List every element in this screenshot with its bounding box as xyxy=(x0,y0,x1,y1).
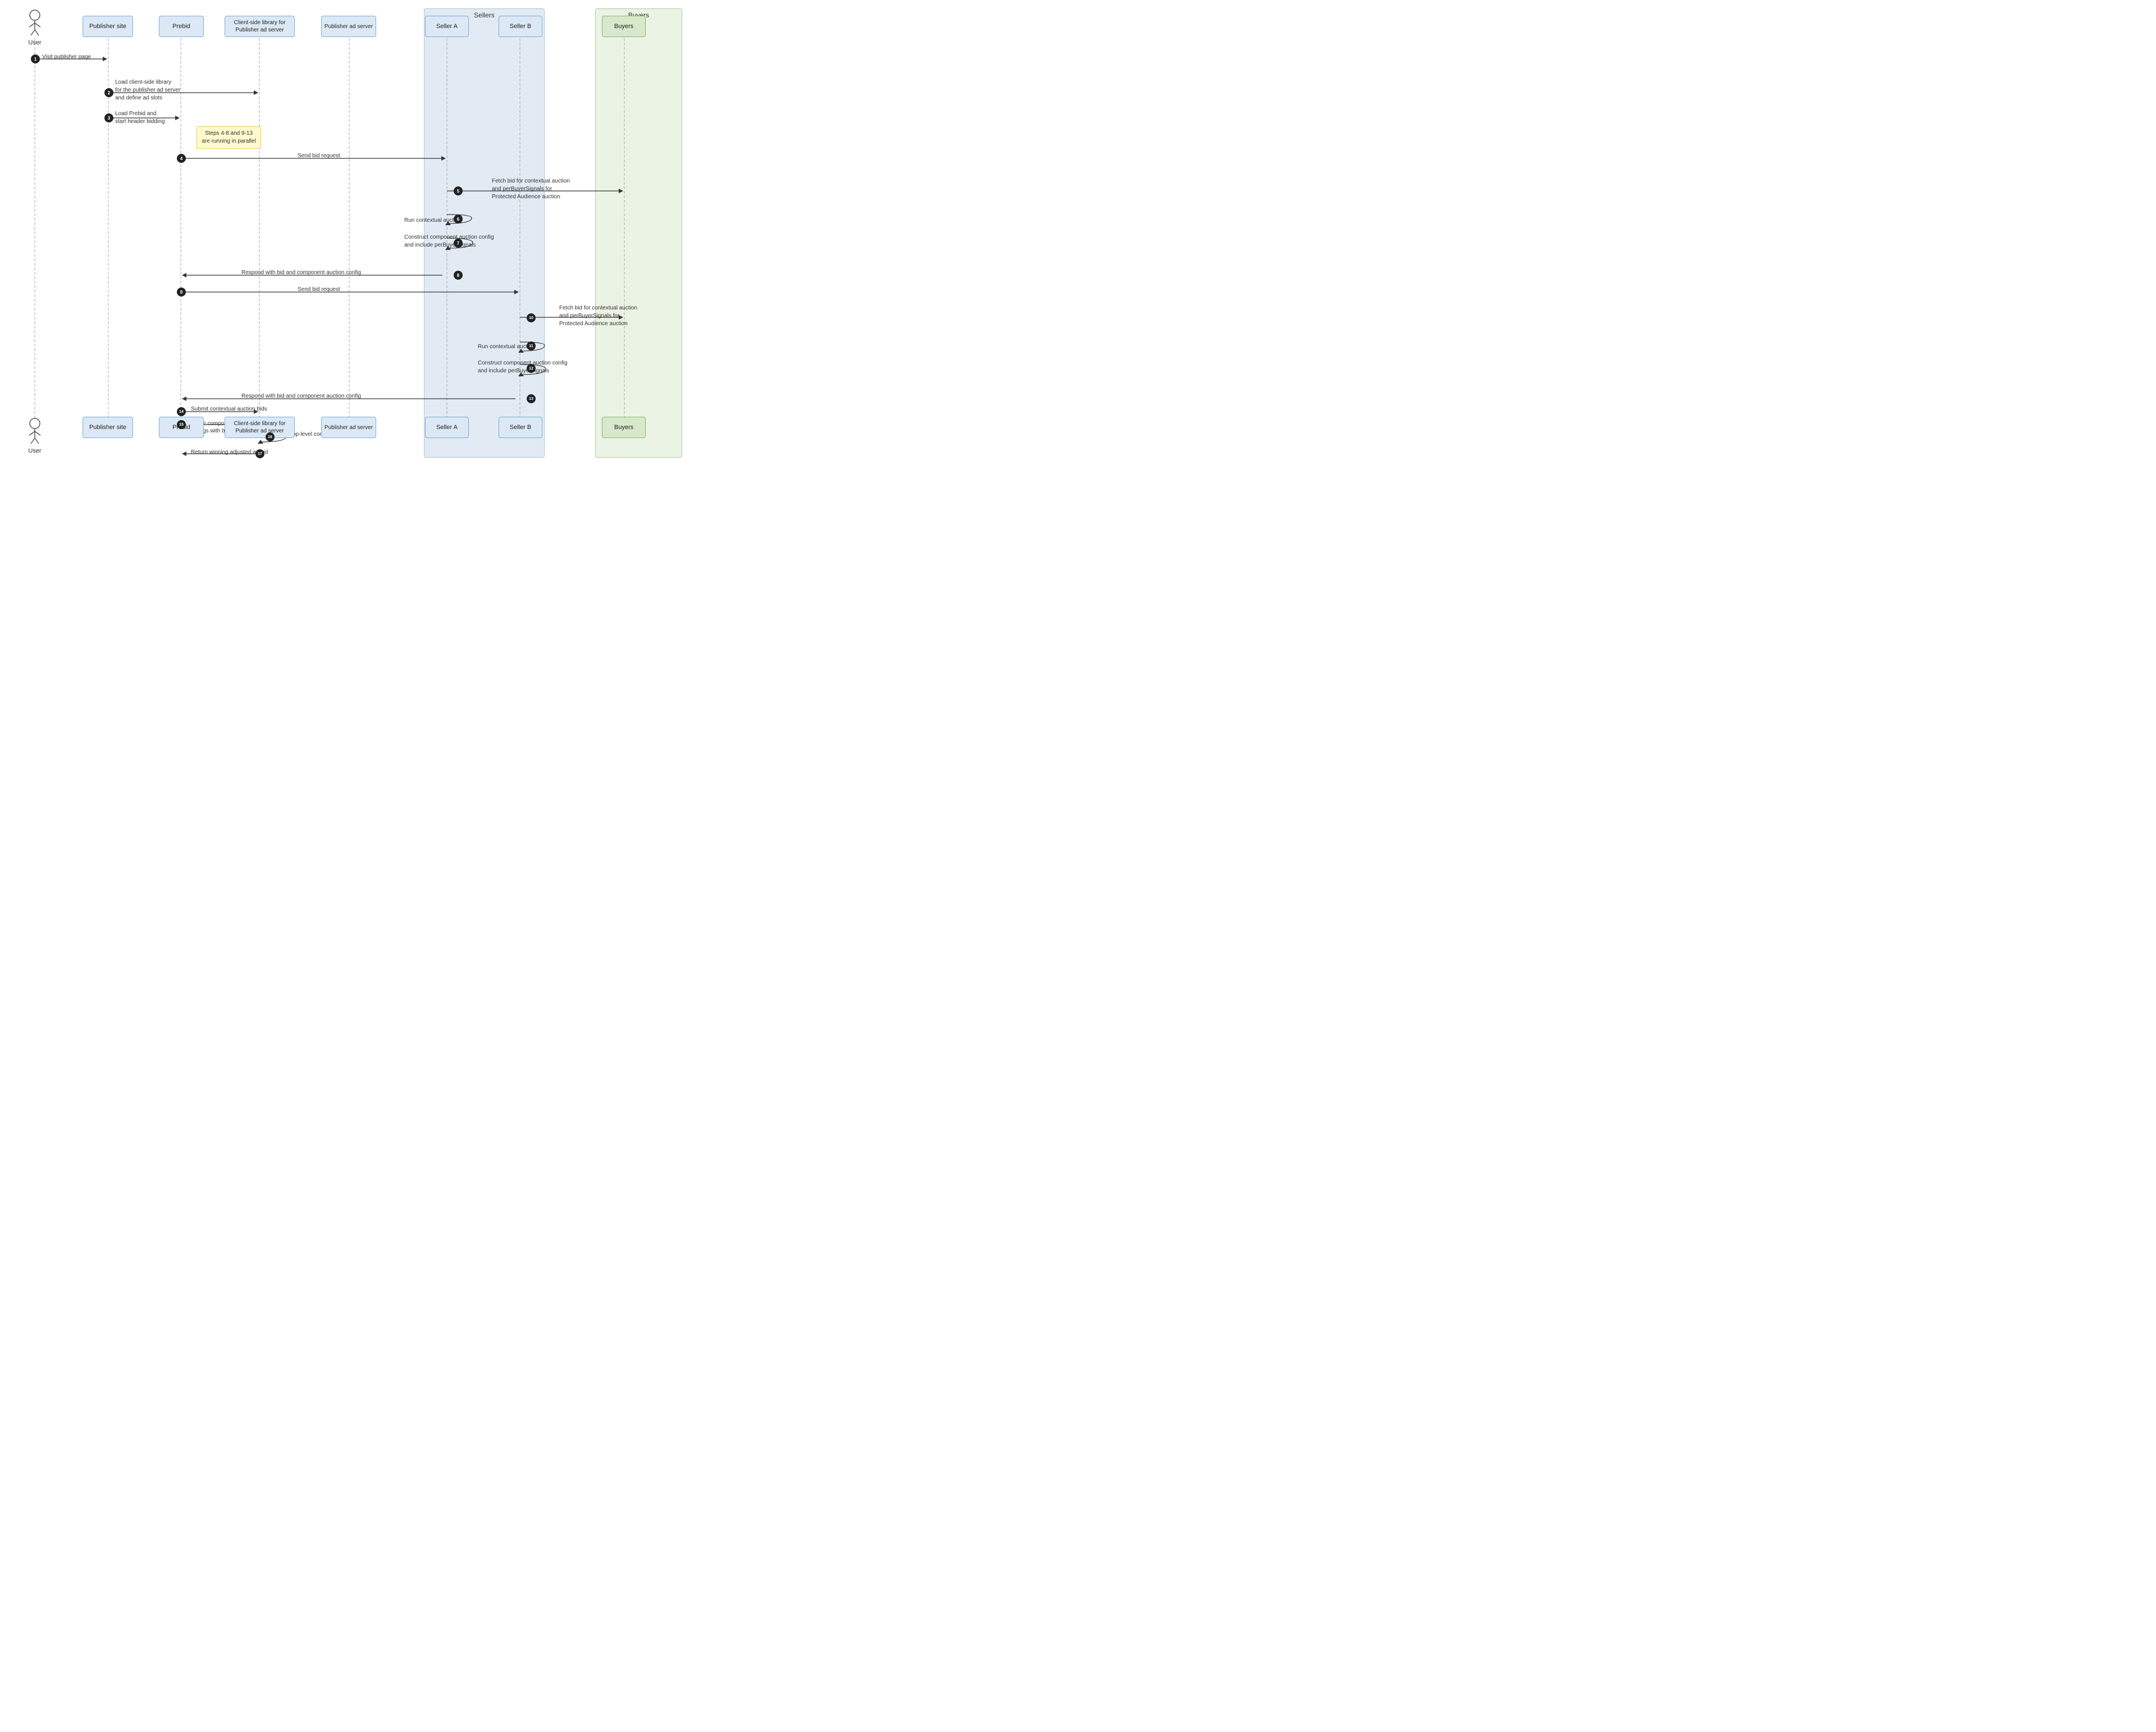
step-14-circle: 14 xyxy=(177,407,186,416)
step-4-label: Send bid request xyxy=(298,153,340,159)
step-14-label: Submit contextual auction bids xyxy=(191,406,267,412)
group-buyers: Buyers xyxy=(595,8,682,458)
step-7-label: Construct component auction configand in… xyxy=(404,234,494,249)
step-13-label: Respond with bid and component auction c… xyxy=(241,393,361,399)
step-5-circle: 5 xyxy=(454,186,463,195)
step-2-circle: 2 xyxy=(104,88,113,97)
step-12-circle: 12 xyxy=(527,364,536,373)
step-7-circle: 7 xyxy=(454,239,463,248)
step-4-circle: 4 xyxy=(177,154,186,163)
arrows-layer xyxy=(0,0,696,461)
step-12-label: Construct component auction configand in… xyxy=(478,359,568,375)
actor-user-top: User xyxy=(24,8,46,46)
lifeline-client-side-top: Client-side library forPublisher ad serv… xyxy=(225,16,295,37)
step-11-circle: 11 xyxy=(527,341,536,350)
step-13-circle: 13 xyxy=(527,394,536,403)
note-box: Steps 4-8 and 9-13 are running in parall… xyxy=(197,126,261,149)
step-15-circle: 15 xyxy=(177,420,186,429)
step-10-label: Fetch bid for contextual auctionand perB… xyxy=(559,304,637,328)
diagram-container: Sellers Buyers xyxy=(0,0,696,461)
lifeline-seller-b-bottom: Seller B xyxy=(499,417,542,438)
step-6-label: Run contextual auction xyxy=(404,217,462,224)
group-sellers: Sellers xyxy=(424,8,545,458)
step-2-label: Load client-side libraryfor the publishe… xyxy=(115,79,180,102)
lifeline-seller-a-top: Seller A xyxy=(425,16,469,37)
step-10-circle: 10 xyxy=(527,313,536,322)
actor-user-bottom: User xyxy=(24,417,46,454)
step-8-label: Respond with bid and component auction c… xyxy=(241,270,361,276)
lifeline-publisher-site-top: Publisher site xyxy=(83,16,133,37)
actor-user-bottom-label: User xyxy=(24,448,46,454)
step-1-label: Visit publisher page xyxy=(42,54,91,60)
step-16-circle: 16 xyxy=(266,432,275,441)
actor-user-top-label: User xyxy=(24,39,46,46)
lifeline-seller-b-top: Seller B xyxy=(499,16,542,37)
step-6-circle: 6 xyxy=(454,215,463,224)
step-5-label: Fetch bid for contextual auctionand perB… xyxy=(492,177,570,201)
lifeline-prebid-top: Prebid xyxy=(159,16,204,37)
lifeline-pub-ad-server-top: Publisher ad server xyxy=(321,16,376,37)
lifeline-buyers-top: Buyers xyxy=(602,16,646,37)
lifeline-publisher-site-bottom: Publisher site xyxy=(83,417,133,438)
step-3-label: Load Prebid andstart header bidding xyxy=(115,110,165,126)
lifeline-seller-a-bottom: Seller A xyxy=(425,417,469,438)
step-3-circle: 3 xyxy=(104,113,113,122)
step-9-label: Send bid request xyxy=(298,286,340,293)
step-17-circle: 17 xyxy=(255,449,264,458)
step-1-circle: 1 xyxy=(31,54,40,63)
lifeline-buyers-bottom: Buyers xyxy=(602,417,646,438)
step-9-circle: 9 xyxy=(177,288,186,297)
lifeline-pub-ad-server-bottom: Publisher ad server xyxy=(321,417,376,438)
lifeline-client-side-bottom: Client-side library forPublisher ad serv… xyxy=(225,417,295,438)
step-8-circle: 8 xyxy=(454,271,463,280)
